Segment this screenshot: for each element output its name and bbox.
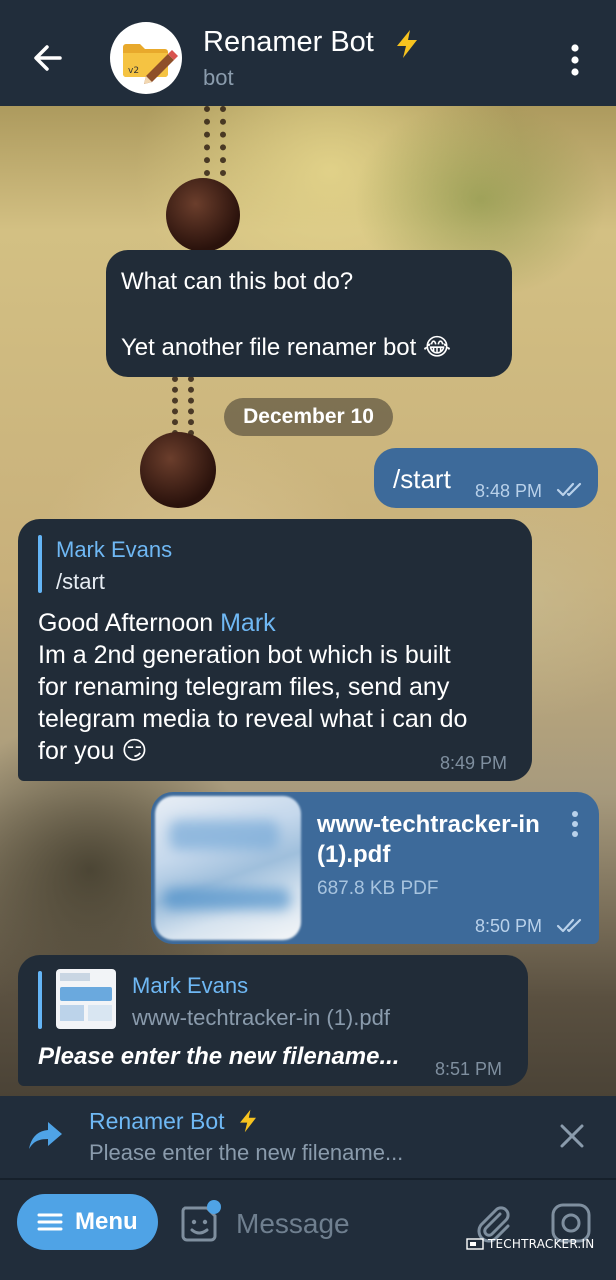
file-thumbnail[interactable] (155, 796, 301, 940)
message-line: for you 😏 (38, 737, 148, 765)
sticker-icon[interactable] (177, 1200, 223, 1246)
date-separator: December 10 (224, 398, 393, 436)
more-vertical-icon[interactable] (560, 40, 590, 80)
quoted-text: www-techtracker-in (1).pdf (132, 1005, 390, 1030)
file-more-icon[interactable] (567, 810, 583, 840)
message-time: 8:48 PM (475, 481, 543, 501)
message-time: 8:51 PM (435, 1059, 503, 1079)
watermark-text: TECHTRACKER.IN (488, 1237, 595, 1251)
lightning-icon (240, 1109, 256, 1133)
incoming-reply-message[interactable]: Mark Evans /start Good Afternoon Mark Im… (18, 519, 532, 781)
intro-description: Yet another file renamer bot 😂 (121, 334, 452, 361)
file-name-line: (1).pdf (317, 841, 391, 868)
message-input[interactable] (236, 1204, 436, 1244)
file-size: 687.8 KB PDF (317, 878, 439, 899)
reply-target-text: Please enter the new filename... (89, 1140, 404, 1165)
wallpaper-ornament (140, 432, 216, 508)
file-name: www-techtracker-in (1).pdf (317, 810, 557, 870)
message-text: /start (393, 464, 451, 494)
chat-title[interactable]: Renamer Bot (203, 26, 374, 59)
quote-bar (38, 535, 42, 593)
thumbnail-content (169, 820, 279, 850)
reply-target-name: Renamer Bot (89, 1108, 225, 1134)
folder-pencil-icon: v2 (123, 44, 178, 84)
outgoing-file-message[interactable]: www-techtracker-in (1).pdf 687.8 KB PDF … (151, 792, 599, 944)
hamburger-icon (37, 1213, 63, 1231)
quoted-file-thumbnail (56, 969, 116, 1029)
quoted-sender: Mark Evans (56, 537, 173, 562)
chat-subtitle: bot (203, 65, 234, 90)
greeting-text: Good Afternoon (38, 609, 221, 637)
reply-preview-panel: Renamer Bot Please enter the new filenam… (0, 1096, 616, 1178)
close-icon[interactable] (556, 1120, 588, 1152)
lightning-icon (397, 30, 417, 58)
reply-arrow-icon (29, 1122, 62, 1149)
wallpaper-ornament (166, 178, 240, 252)
back-arrow-icon[interactable] (28, 38, 68, 78)
message-time: 8:49 PM (440, 753, 508, 773)
message-line: Good Afternoon Mark (38, 607, 276, 639)
user-mention-link[interactable]: Mark (220, 609, 276, 637)
bot-avatar[interactable]: v2 (110, 22, 182, 94)
message-line: for renaming telegram files, send any (38, 673, 450, 701)
message-line: telegram media to reveal what i can do (38, 705, 468, 733)
chat-header: v2 Renamer Bot bot (0, 0, 616, 106)
quote-bar (38, 971, 42, 1029)
wallpaper-chain (204, 106, 226, 176)
message-composer: Menu TECHTRACKER.IN (0, 1180, 616, 1280)
message-line: Im a 2nd generation bot which is built (38, 641, 451, 669)
menu-label: Menu (75, 1208, 138, 1235)
quoted-text: /start (56, 569, 105, 594)
bot-intro-message[interactable]: What can this bot do? Yet another file r… (106, 250, 512, 377)
file-name-line: www-techtracker-in (317, 811, 540, 838)
watermark-logo-icon (466, 1238, 484, 1250)
message-time: 8:50 PM (475, 916, 543, 936)
outgoing-message[interactable]: /start 8:48 PM (374, 448, 598, 508)
bot-menu-button[interactable]: Menu (17, 1194, 158, 1250)
message-text: Please enter the new filename... (38, 1043, 400, 1070)
double-check-icon (556, 918, 582, 933)
wallpaper-chain (172, 376, 194, 436)
double-check-icon (556, 482, 582, 497)
incoming-reply-message[interactable]: Mark Evans www-techtracker-in (1).pdf Pl… (18, 955, 528, 1086)
quoted-sender: Mark Evans (132, 973, 249, 998)
svg-text:v2: v2 (128, 66, 139, 76)
thumbnail-content (163, 888, 291, 910)
intro-heading: What can this bot do? (121, 268, 354, 295)
